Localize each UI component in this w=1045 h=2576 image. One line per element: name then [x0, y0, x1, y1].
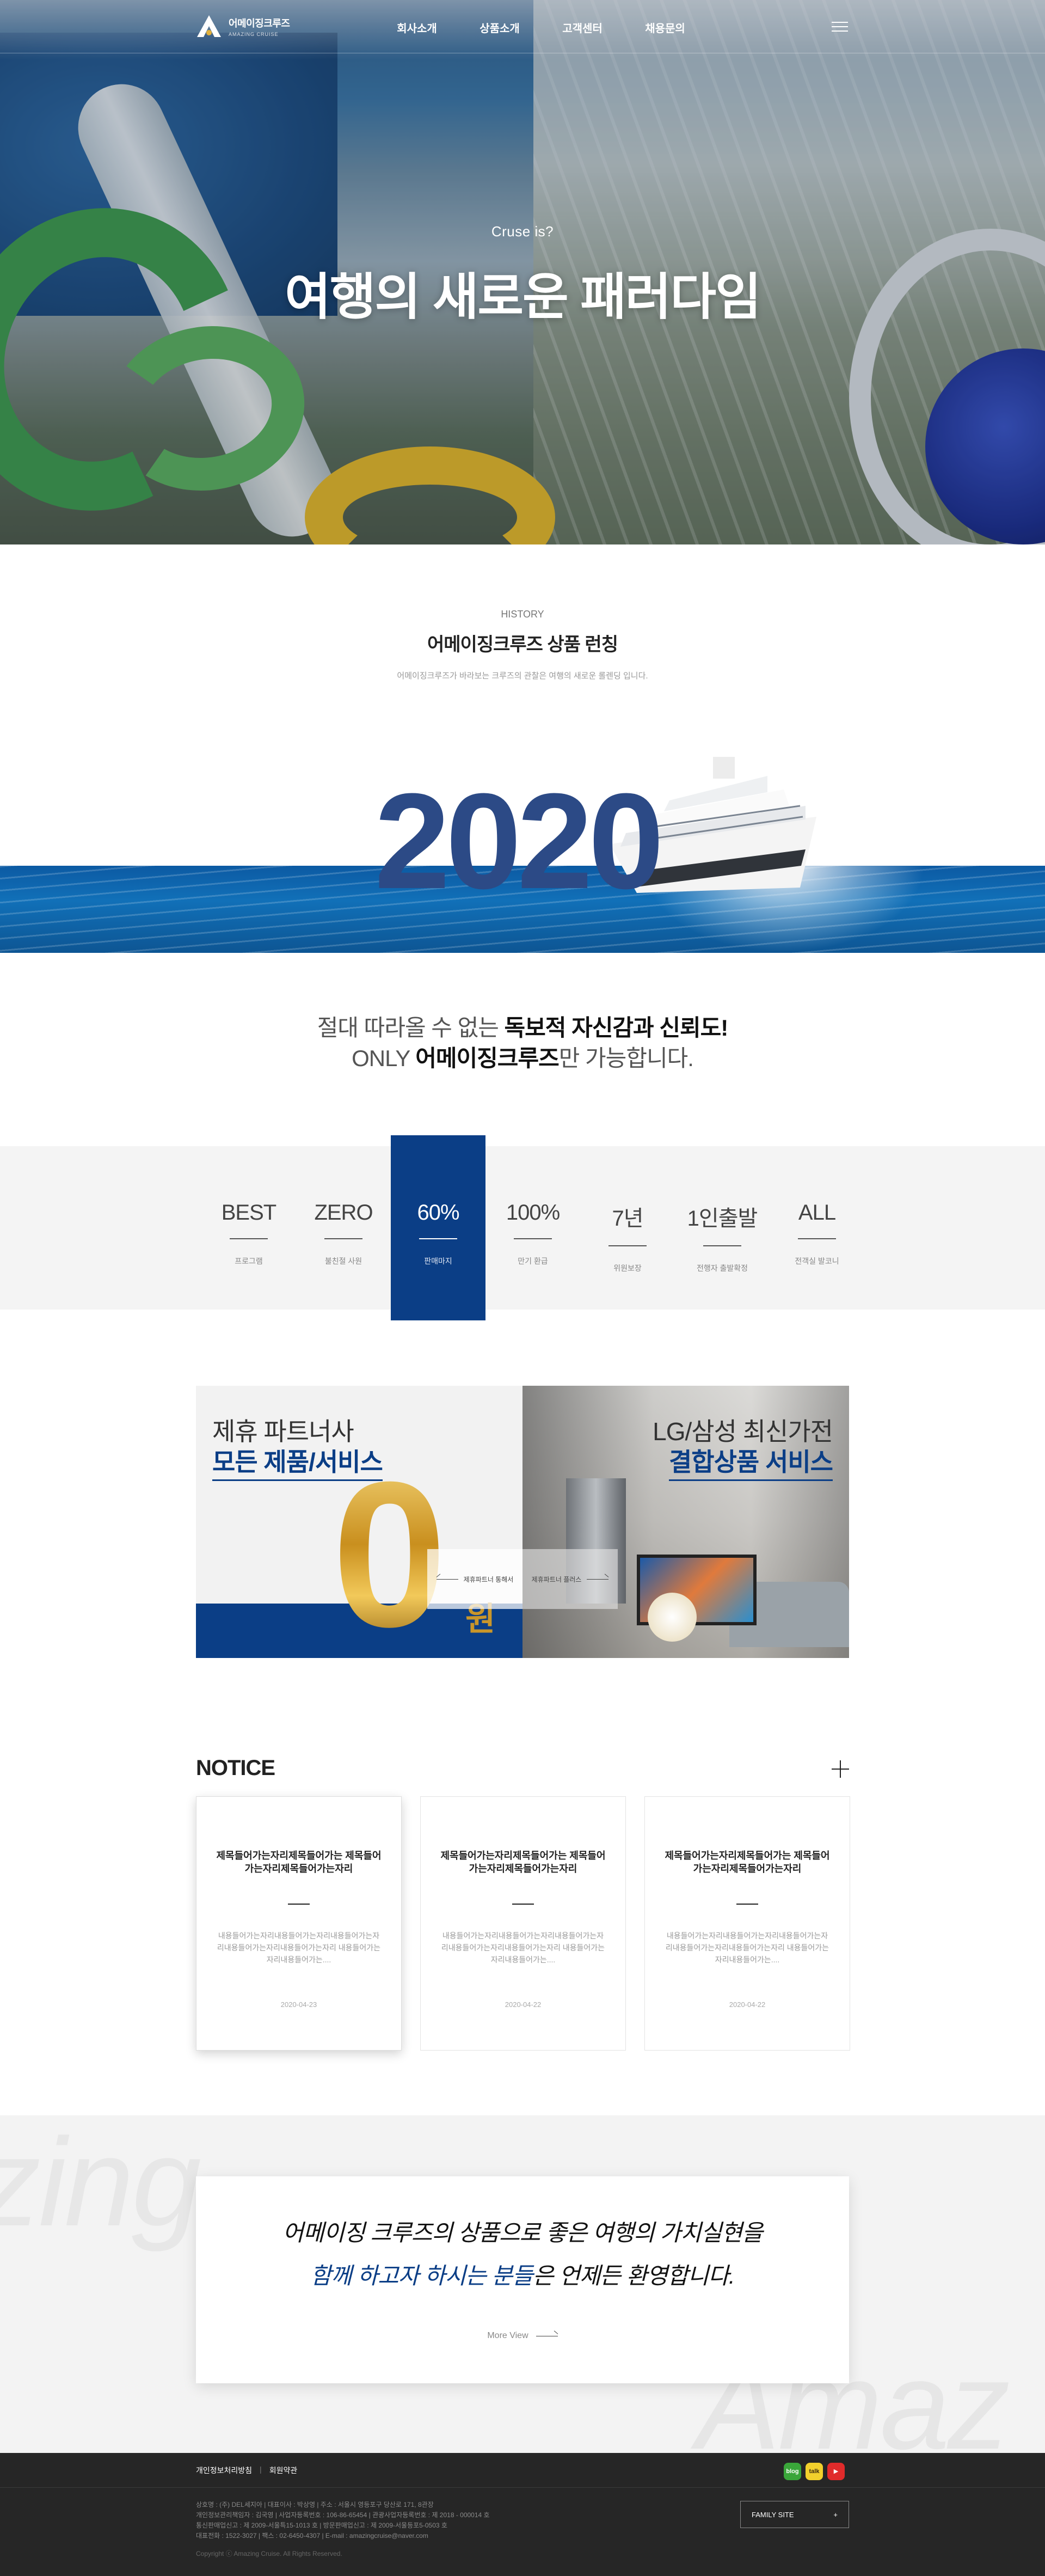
nav-item-products[interactable]: 상품소개	[458, 20, 541, 35]
hero-copy: Cruse is? 여행의 새로운 패러다임	[0, 223, 1045, 329]
cta-section: zing Amaz 어메이징 크루즈의 상품으로 좋은 여행의 가치실현을 함께…	[0, 2115, 1045, 2453]
appliance-banner[interactable]: LG/삼성 최신가전 결합상품 서비스	[522, 1386, 849, 1658]
nav-item-support[interactable]: 고객센터	[541, 20, 624, 35]
stat-item-60[interactable]: 60% 판매마지	[391, 1135, 485, 1320]
copyright: Copyright ⓒ Amazing Cruise. All Rights R…	[196, 2550, 342, 2557]
youtube-icon[interactable]: ▶	[827, 2463, 845, 2480]
banner-prev-button[interactable]: 제휴파트너 통해서	[427, 1549, 522, 1609]
stat-item-7year[interactable]: 7년 위원보장	[580, 1135, 675, 1320]
hamburger-icon[interactable]	[832, 22, 848, 33]
banner-nav: 제휴파트너 통해서 제휴파트너 플러스	[427, 1549, 618, 1609]
ghost-text-left: zing	[0, 2115, 201, 2252]
history-title: 어메이징크루즈 상품 런칭	[427, 634, 618, 655]
stat-item-all[interactable]: ALL 전객실 발코니	[770, 1135, 864, 1320]
nav-item-recruit[interactable]: 채용문의	[624, 20, 706, 35]
logo-subtitle: AMAZING CRUISE	[229, 31, 279, 37]
history-section: HISTORY 어메이징크루즈 상품 런칭 어메이징크루즈가 바라보는 크루즈의…	[0, 544, 1045, 953]
site-footer: 개인정보처리방침 | 회원약관 blog talk ▶ 상호명 : (주) DE…	[0, 2453, 1045, 2576]
logo[interactable]: 어메이징크루즈 AMAZING CRUISE	[196, 14, 290, 38]
hero-subtitle: Cruse is?	[491, 223, 554, 240]
partner-banner[interactable]: 제휴 파트너사 모든 제품/서비스 0 원	[196, 1386, 522, 1658]
stats-list: BEST 프로그램 ZERO 불친절 사원 60% 판매마지 100% 만기 환급 7년…	[201, 1135, 864, 1320]
more-view-link[interactable]: More View	[487, 2331, 558, 2341]
arrow-left-icon	[436, 1578, 458, 1580]
notice-card[interactable]: 제목들어가는자리제목들어가는 제목들어가는자리제목들어가는자리 내용들어가는자리…	[644, 1796, 850, 2051]
logo-mark-icon	[196, 14, 222, 38]
main-nav: 회사소개 상품소개 고객센터 채용문의	[376, 20, 706, 35]
notice-list: 제목들어가는자리제목들어가는 제목들어가는자리제목들어가는자리 내용들어가는자리…	[196, 1796, 850, 2051]
history-desc: 어메이징크루즈가 바라보는 크루즈의 관찰은 여행의 새로운 롤렌딩 입니다.	[397, 671, 648, 681]
banner-next-button[interactable]: 제휴파트너 플러스	[522, 1549, 618, 1609]
notice-heading: NOTICE	[196, 1756, 275, 1780]
privacy-policy-link[interactable]: 개인정보처리방침	[196, 2465, 252, 2476]
hero-section: 어메이징크루즈 AMAZING CRUISE 회사소개 상품소개 고객센터 채용…	[0, 0, 1045, 544]
notice-card[interactable]: 제목들어가는자리제목들어가는 제목들어가는자리제목들어가는자리 내용들어가는자리…	[420, 1796, 626, 2051]
lamp-image	[648, 1593, 697, 1642]
family-site-select[interactable]: FAMILY SITE +	[740, 2501, 849, 2528]
company-info: 상호명 : (주) DEL세지아 | 대표이사 : 박상영 | 주소 : 서울시…	[196, 2500, 490, 2559]
nav-item-company[interactable]: 회사소개	[376, 20, 458, 35]
history-label: HISTORY	[501, 609, 544, 620]
plus-icon: +	[833, 2510, 838, 2519]
notice-card[interactable]: 제목들어가는자리제목들어가는 제목들어가는자리제목들어가는자리 내용들어가는자리…	[196, 1796, 402, 2051]
terms-link[interactable]: 회원약관	[269, 2465, 298, 2476]
notice-section: NOTICE 제목들어가는자리제목들어가는 제목들어가는자리제목들어가는자리 내…	[0, 1734, 1045, 2115]
kakaotalk-icon[interactable]: talk	[806, 2463, 823, 2480]
sns-links: blog talk ▶	[784, 2463, 845, 2480]
stat-item-100[interactable]: 100% 만기 환급	[485, 1135, 580, 1320]
site-header: 어메이징크루즈 AMAZING CRUISE 회사소개 상품소개 고객센터 채용…	[0, 0, 1045, 53]
hero-title: 여행의 새로운 패러다임	[285, 270, 761, 325]
appliance-banner-line-2: 결합상품 서비스	[668, 1442, 833, 1481]
arrow-right-icon	[587, 1578, 609, 1580]
stat-item-best[interactable]: BEST 프로그램	[201, 1135, 296, 1320]
slogan-section: 절대 따라올 수 없는 독보적 자신감과 신뢰도! ONLY 어메이징크루즈만 …	[0, 953, 1045, 1146]
logo-title: 어메이징크루즈	[229, 17, 290, 29]
footer-links: 개인정보처리방침 | 회원약관	[196, 2465, 298, 2476]
cta-line-2: 함께 하고자 하시는 분들은 언제든 환영합니다.	[310, 2263, 735, 2289]
slogan-line-1: 절대 따라올 수 없는 독보적 자신감과 신뢰도!	[317, 1015, 729, 1041]
notice-more-plus-icon[interactable]	[832, 1760, 849, 1778]
blog-icon[interactable]: blog	[784, 2463, 801, 2480]
slogan-line-2: ONLY 어메이징크루즈만 가능합니다.	[352, 1045, 694, 1071]
history-year: 2020	[374, 765, 664, 917]
cta-box: 어메이징 크루즈의 상품으로 좋은 여행의 가치실현을 함께 하고자 하시는 분…	[196, 2176, 849, 2383]
cta-line-1: 어메이징 크루즈의 상품으로 좋은 여행의 가치실현을	[282, 2220, 763, 2245]
stats-section: BEST 프로그램 ZERO 불친절 사원 60% 판매마지 100% 만기 환급 7년…	[0, 1135, 1045, 1320]
banner-section: 제휴 파트너사 모든 제품/서비스 0 원 LG/삼성 최신가전 결합상품 서비…	[0, 1310, 1045, 1734]
stat-item-solo[interactable]: 1인출발 전행자 출발확정	[675, 1135, 770, 1320]
stat-item-zero[interactable]: ZERO 불친절 사원	[296, 1135, 391, 1320]
